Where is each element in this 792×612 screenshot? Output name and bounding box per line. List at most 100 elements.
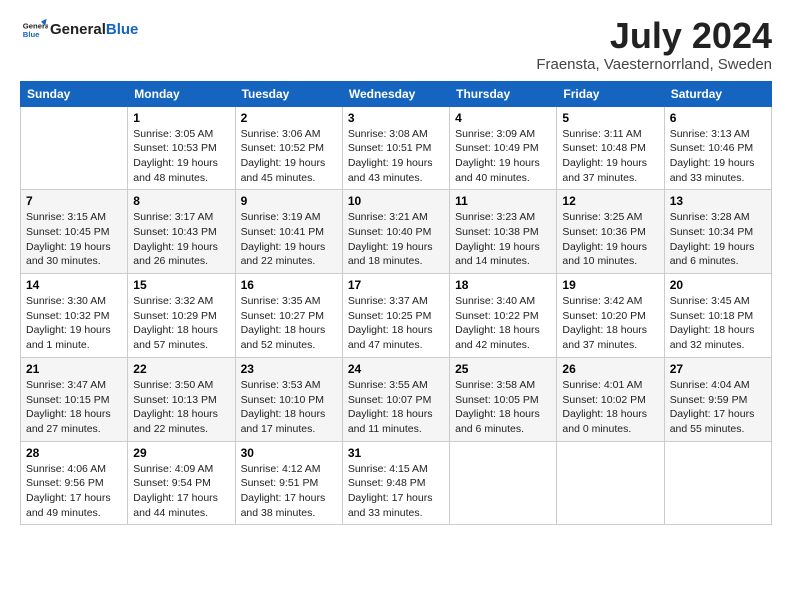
calendar-cell: 16 Sunrise: 3:35 AM Sunset: 10:27 PM Dayl… bbox=[235, 274, 342, 358]
calendar-cell bbox=[557, 441, 664, 525]
day-info: Sunrise: 3:50 AM Sunset: 10:13 PM Daylig… bbox=[133, 378, 229, 437]
calendar-header-row: Sunday Monday Tuesday Wednesday Thursday… bbox=[21, 81, 772, 106]
location-title: Fraensta, Vaesternorrland, Sweden bbox=[536, 56, 772, 73]
day-number: 14 bbox=[26, 278, 122, 292]
calendar-cell: 20Sunrise: 3:45 AM Sunset: 10:18 PM Dayl… bbox=[664, 274, 771, 358]
col-friday: Friday bbox=[557, 81, 664, 106]
calendar-cell: 19 Sunrise: 3:42 AM Sunset: 10:20 PM Dayl… bbox=[557, 274, 664, 358]
day-number: 18 bbox=[455, 278, 551, 292]
col-sunday: Sunday bbox=[21, 81, 128, 106]
calendar-cell: 1 Sunrise: 3:05 AM Sunset: 10:53 PM Dayli… bbox=[128, 106, 235, 190]
calendar-cell: 24Sunrise: 3:55 AM Sunset: 10:07 PM Dayl… bbox=[342, 357, 449, 441]
calendar-cell: 13 Sunrise: 3:28 AM Sunset: 10:34 PM Dayl… bbox=[664, 190, 771, 274]
day-info: Sunrise: 3:32 AM Sunset: 10:29 PM Daylig… bbox=[133, 294, 229, 353]
calendar-cell bbox=[664, 441, 771, 525]
calendar-cell: 31 Sunrise: 4:15 AM Sunset: 9:48 PM Dayli… bbox=[342, 441, 449, 525]
day-number: 2 bbox=[241, 111, 337, 125]
day-number: 9 bbox=[241, 194, 337, 208]
svg-text:Blue: Blue bbox=[23, 30, 40, 39]
day-number: 6 bbox=[670, 111, 766, 125]
calendar-cell: 22 Sunrise: 3:50 AM Sunset: 10:13 PM Dayl… bbox=[128, 357, 235, 441]
month-title: July 2024 bbox=[536, 16, 772, 56]
calendar-cell: 21 Sunrise: 3:47 AM Sunset: 10:15 PM Dayl… bbox=[21, 357, 128, 441]
day-info: Sunrise: 3:25 AM Sunset: 10:36 PM Daylig… bbox=[562, 210, 658, 269]
day-number: 11 bbox=[455, 194, 551, 208]
calendar-cell: 25 Sunrise: 3:58 AM Sunset: 10:05 PM Dayl… bbox=[450, 357, 557, 441]
day-number: 29 bbox=[133, 446, 229, 460]
day-number: 25 bbox=[455, 362, 551, 376]
calendar-cell: 27 Sunrise: 4:04 AM Sunset: 9:59 PM Dayli… bbox=[664, 357, 771, 441]
day-number: 24 bbox=[348, 362, 444, 376]
day-info: Sunrise: 3:13 AM Sunset: 10:46 PM Daylig… bbox=[670, 127, 766, 186]
day-info: Sunrise: 3:11 AM Sunset: 10:48 PM Daylig… bbox=[562, 127, 658, 186]
day-number: 12 bbox=[562, 194, 658, 208]
calendar-cell: 7Sunrise: 3:15 AM Sunset: 10:45 PM Dayli… bbox=[21, 190, 128, 274]
calendar-cell: 6 Sunrise: 3:13 AM Sunset: 10:46 PM Dayli… bbox=[664, 106, 771, 190]
day-number: 31 bbox=[348, 446, 444, 460]
calendar-cell: 3Sunrise: 3:08 AM Sunset: 10:51 PM Dayli… bbox=[342, 106, 449, 190]
day-number: 20 bbox=[670, 278, 766, 292]
day-number: 1 bbox=[133, 111, 229, 125]
calendar-cell: 12 Sunrise: 3:25 AM Sunset: 10:36 PM Dayl… bbox=[557, 190, 664, 274]
day-number: 27 bbox=[670, 362, 766, 376]
day-info: Sunrise: 3:15 AM Sunset: 10:45 PM Daylig… bbox=[26, 210, 122, 269]
day-info: Sunrise: 3:58 AM Sunset: 10:05 PM Daylig… bbox=[455, 378, 551, 437]
day-info: Sunrise: 4:09 AM Sunset: 9:54 PM Dayligh… bbox=[133, 462, 229, 521]
day-number: 21 bbox=[26, 362, 122, 376]
col-monday: Monday bbox=[128, 81, 235, 106]
day-number: 13 bbox=[670, 194, 766, 208]
day-info: Sunrise: 4:04 AM Sunset: 9:59 PM Dayligh… bbox=[670, 378, 766, 437]
logo: General Blue GeneralBlue bbox=[20, 16, 138, 44]
day-info: Sunrise: 3:35 AM Sunset: 10:27 PM Daylig… bbox=[241, 294, 337, 353]
col-thursday: Thursday bbox=[450, 81, 557, 106]
day-info: Sunrise: 3:37 AM Sunset: 10:25 PM Daylig… bbox=[348, 294, 444, 353]
day-info: Sunrise: 4:01 AM Sunset: 10:02 PM Daylig… bbox=[562, 378, 658, 437]
logo-icon: General Blue bbox=[20, 16, 48, 44]
day-info: Sunrise: 3:17 AM Sunset: 10:43 PM Daylig… bbox=[133, 210, 229, 269]
day-number: 15 bbox=[133, 278, 229, 292]
day-info: Sunrise: 3:05 AM Sunset: 10:53 PM Daylig… bbox=[133, 127, 229, 186]
day-number: 3 bbox=[348, 111, 444, 125]
calendar-cell: 9 Sunrise: 3:19 AM Sunset: 10:41 PM Dayli… bbox=[235, 190, 342, 274]
day-info: Sunrise: 4:15 AM Sunset: 9:48 PM Dayligh… bbox=[348, 462, 444, 521]
calendar-cell: 28Sunrise: 4:06 AM Sunset: 9:56 PM Dayli… bbox=[21, 441, 128, 525]
day-number: 19 bbox=[562, 278, 658, 292]
day-number: 22 bbox=[133, 362, 229, 376]
calendar-week-row: 21 Sunrise: 3:47 AM Sunset: 10:15 PM Dayl… bbox=[21, 357, 772, 441]
day-number: 10 bbox=[348, 194, 444, 208]
day-number: 16 bbox=[241, 278, 337, 292]
calendar-cell: 18 Sunrise: 3:40 AM Sunset: 10:22 PM Dayl… bbox=[450, 274, 557, 358]
day-info: Sunrise: 4:12 AM Sunset: 9:51 PM Dayligh… bbox=[241, 462, 337, 521]
day-info: Sunrise: 3:21 AM Sunset: 10:40 PM Daylig… bbox=[348, 210, 444, 269]
calendar-cell: 14 Sunrise: 3:30 AM Sunset: 10:32 PM Dayl… bbox=[21, 274, 128, 358]
calendar-cell: 26Sunrise: 4:01 AM Sunset: 10:02 PM Dayl… bbox=[557, 357, 664, 441]
day-info: Sunrise: 3:19 AM Sunset: 10:41 PM Daylig… bbox=[241, 210, 337, 269]
day-info: Sunrise: 3:40 AM Sunset: 10:22 PM Daylig… bbox=[455, 294, 551, 353]
day-info: Sunrise: 3:09 AM Sunset: 10:49 PM Daylig… bbox=[455, 127, 551, 186]
day-info: Sunrise: 3:47 AM Sunset: 10:15 PM Daylig… bbox=[26, 378, 122, 437]
day-info: Sunrise: 3:28 AM Sunset: 10:34 PM Daylig… bbox=[670, 210, 766, 269]
calendar-cell: 17 Sunrise: 3:37 AM Sunset: 10:25 PM Dayl… bbox=[342, 274, 449, 358]
day-number: 5 bbox=[562, 111, 658, 125]
calendar-cell: 8Sunrise: 3:17 AM Sunset: 10:43 PM Dayli… bbox=[128, 190, 235, 274]
col-tuesday: Tuesday bbox=[235, 81, 342, 106]
day-info: Sunrise: 3:53 AM Sunset: 10:10 PM Daylig… bbox=[241, 378, 337, 437]
calendar-week-row: 1 Sunrise: 3:05 AM Sunset: 10:53 PM Dayli… bbox=[21, 106, 772, 190]
calendar-cell: 30 Sunrise: 4:12 AM Sunset: 9:51 PM Dayli… bbox=[235, 441, 342, 525]
calendar-cell: 10 Sunrise: 3:21 AM Sunset: 10:40 PM Dayl… bbox=[342, 190, 449, 274]
calendar-cell: 29 Sunrise: 4:09 AM Sunset: 9:54 PM Dayli… bbox=[128, 441, 235, 525]
day-info: Sunrise: 3:23 AM Sunset: 10:38 PM Daylig… bbox=[455, 210, 551, 269]
day-info: Sunrise: 3:30 AM Sunset: 10:32 PM Daylig… bbox=[26, 294, 122, 353]
day-info: Sunrise: 4:06 AM Sunset: 9:56 PM Dayligh… bbox=[26, 462, 122, 521]
calendar-cell: 2 Sunrise: 3:06 AM Sunset: 10:52 PM Dayli… bbox=[235, 106, 342, 190]
day-number: 17 bbox=[348, 278, 444, 292]
col-saturday: Saturday bbox=[664, 81, 771, 106]
day-info: Sunrise: 3:06 AM Sunset: 10:52 PM Daylig… bbox=[241, 127, 337, 186]
day-number: 23 bbox=[241, 362, 337, 376]
calendar-cell: 23 Sunrise: 3:53 AM Sunset: 10:10 PM Dayl… bbox=[235, 357, 342, 441]
day-info: Sunrise: 3:42 AM Sunset: 10:20 PM Daylig… bbox=[562, 294, 658, 353]
calendar-week-row: 14 Sunrise: 3:30 AM Sunset: 10:32 PM Dayl… bbox=[21, 274, 772, 358]
calendar-cell bbox=[21, 106, 128, 190]
day-number: 30 bbox=[241, 446, 337, 460]
calendar-cell: 5 Sunrise: 3:11 AM Sunset: 10:48 PM Dayli… bbox=[557, 106, 664, 190]
